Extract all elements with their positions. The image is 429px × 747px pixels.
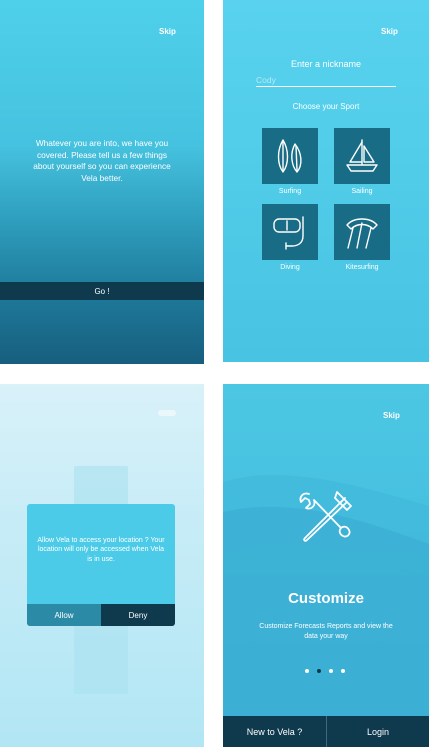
faded-skip bbox=[158, 410, 176, 416]
location-permission-screen: Allow Vela to access your location ? You… bbox=[0, 384, 204, 747]
customize-heading: Customize bbox=[288, 590, 364, 607]
allow-button[interactable]: Allow bbox=[27, 604, 101, 626]
go-label: Go ! bbox=[94, 286, 110, 296]
page-dot[interactable] bbox=[329, 669, 333, 673]
go-button[interactable]: Go ! bbox=[0, 282, 204, 300]
customize-screen: Skip Customize Customize Forecasts Repor… bbox=[223, 384, 429, 747]
location-dialog: Allow Vela to access your location ? You… bbox=[27, 504, 175, 626]
skip-button[interactable]: Skip bbox=[159, 27, 176, 36]
sport-label-kitesurfing: Kitesurfing bbox=[345, 264, 379, 271]
choose-sport-label: Choose your Sport bbox=[292, 102, 360, 111]
nickname-title: Enter a nickname bbox=[290, 59, 362, 69]
customize-subtext: Customize Forecasts Reports and view the… bbox=[259, 623, 393, 640]
sport-tile-diving[interactable] bbox=[262, 204, 318, 260]
skip-button[interactable]: Skip bbox=[381, 27, 398, 36]
intro-screen: Skip Whatever you are into, we have you … bbox=[0, 0, 204, 364]
bottom-bar: New to Vela ? Login bbox=[223, 716, 429, 747]
page-dot-active[interactable] bbox=[317, 669, 321, 673]
sport-tile-kitesurfing[interactable] bbox=[334, 204, 390, 260]
new-to-vela-button[interactable]: New to Vela ? bbox=[223, 716, 326, 747]
sport-label-diving: Diving bbox=[280, 264, 300, 271]
surfboard-icon bbox=[277, 139, 302, 173]
location-dialog-text: Allow Vela to access your location ? You… bbox=[37, 537, 165, 563]
intro-text: Whatever you are into, we have you cover… bbox=[33, 138, 171, 183]
nickname-input[interactable] bbox=[256, 74, 396, 87]
page-dot[interactable] bbox=[341, 669, 345, 673]
kite-icon bbox=[346, 218, 378, 249]
sport-label-surfing: Surfing bbox=[278, 188, 302, 195]
deny-button[interactable]: Deny bbox=[101, 604, 175, 626]
hammer-wrench-icon bbox=[299, 491, 352, 542]
wave-background bbox=[223, 475, 429, 747]
login-button[interactable]: Login bbox=[327, 716, 429, 747]
sport-tile-surfing[interactable] bbox=[262, 128, 318, 184]
sport-tile-sailing[interactable] bbox=[334, 128, 390, 184]
skip-button[interactable]: Skip bbox=[383, 411, 400, 420]
sport-selection-screen: Skip Enter a nickname Choose your Sport … bbox=[223, 0, 429, 362]
sailboat-icon bbox=[346, 139, 378, 172]
sport-label-sailing: Sailing bbox=[351, 188, 373, 195]
diving-mask-icon bbox=[273, 216, 304, 250]
page-indicator bbox=[305, 669, 345, 673]
page-dot[interactable] bbox=[305, 669, 309, 673]
